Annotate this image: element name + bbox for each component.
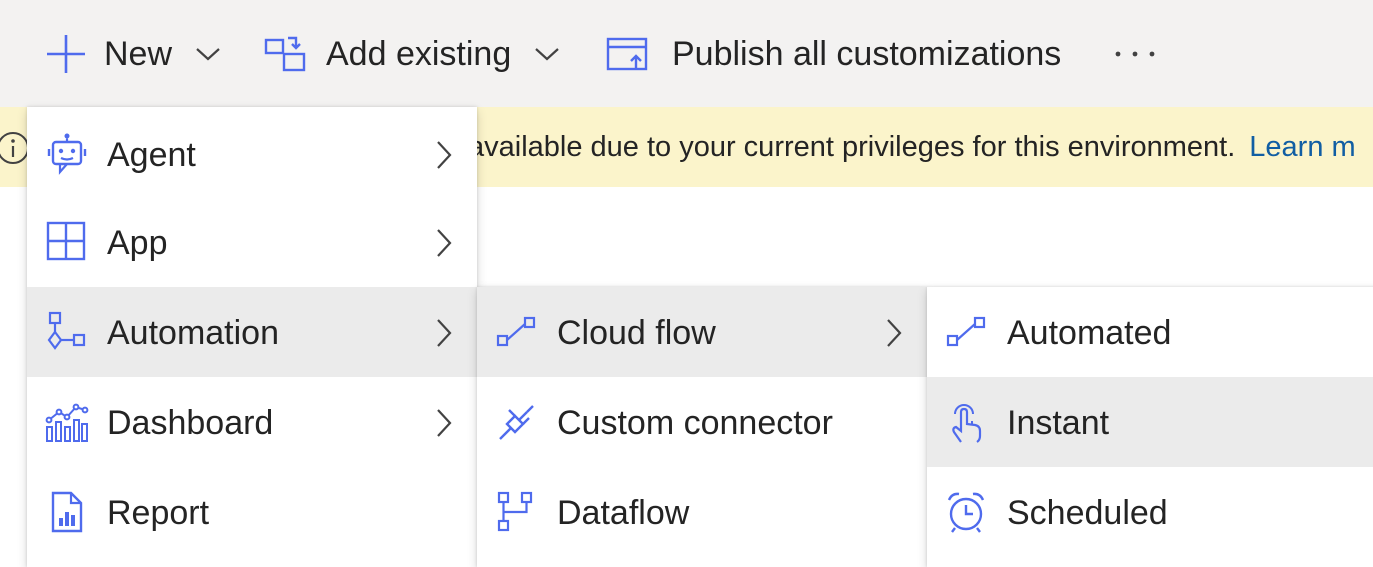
dashboard-icon — [45, 400, 89, 444]
touch-icon — [945, 400, 989, 444]
menu-item-label: Cloud flow — [557, 314, 716, 352]
cloud-flow-icon — [495, 310, 539, 354]
bot-icon — [45, 132, 89, 176]
learn-more-link[interactable]: Learn m — [1249, 131, 1355, 163]
new-button-label: New — [104, 34, 173, 73]
menu-item-custom-connector[interactable]: Custom connector — [477, 377, 927, 467]
app-grid-icon — [45, 220, 89, 264]
new-button[interactable]: New — [44, 26, 222, 82]
menu-item-label: App — [107, 224, 168, 262]
cloud-flow-icon — [945, 310, 989, 354]
banner-message: available due to your current privileges… — [468, 131, 1356, 164]
chevron-right-icon — [435, 408, 453, 438]
cloud-flow-submenu: Automated Instant Scheduled — [927, 287, 1373, 567]
menu-item-label: Agent — [107, 136, 196, 174]
menu-item-app[interactable]: App — [27, 197, 477, 287]
command-bar: New Add existing Publish all customizati… — [0, 0, 1373, 107]
chevron-right-icon — [885, 318, 903, 348]
menu-item-label: Custom connector — [557, 404, 833, 442]
more-icon — [1112, 44, 1158, 64]
chevron-right-icon — [435, 228, 453, 258]
chevron-right-icon — [435, 140, 453, 170]
add-existing-icon — [264, 34, 308, 74]
add-existing-button[interactable]: Add existing — [264, 26, 561, 82]
info-icon — [0, 131, 30, 170]
plug-icon — [495, 400, 539, 444]
menu-item-dashboard[interactable]: Dashboard — [27, 377, 477, 467]
menu-item-label: Report — [107, 494, 210, 532]
chevron-right-icon — [435, 318, 453, 348]
dataflow-icon — [495, 490, 539, 534]
menu-item-label: Automated — [1007, 314, 1172, 352]
alarm-icon — [945, 490, 989, 534]
chevron-down-icon — [533, 45, 561, 63]
menu-item-scheduled[interactable]: Scheduled — [927, 467, 1373, 557]
automation-icon — [45, 310, 89, 354]
banner-message-text: available due to your current privileges… — [468, 131, 1236, 163]
more-commands-button[interactable] — [1112, 26, 1158, 82]
publish-icon — [606, 34, 650, 74]
menu-item-label: Dataflow — [557, 494, 690, 532]
publish-all-button[interactable]: Publish all customizations — [606, 26, 1061, 82]
menu-item-automated[interactable]: Automated — [927, 287, 1373, 377]
new-menu: Agent App Automation Dashboard Report — [27, 107, 477, 567]
menu-item-label: Instant — [1007, 404, 1110, 442]
add-existing-label: Add existing — [326, 34, 512, 73]
menu-item-label: Automation — [107, 314, 279, 352]
menu-item-automation[interactable]: Automation — [27, 287, 477, 377]
report-icon — [45, 490, 89, 534]
menu-item-agent[interactable]: Agent — [27, 109, 477, 199]
menu-item-instant[interactable]: Instant — [927, 377, 1373, 467]
menu-item-report[interactable]: Report — [27, 467, 477, 557]
menu-item-label: Dashboard — [107, 404, 274, 442]
menu-item-dataflow[interactable]: Dataflow — [477, 467, 927, 557]
menu-item-cloud-flow[interactable]: Cloud flow — [477, 287, 927, 377]
publish-all-label: Publish all customizations — [672, 34, 1062, 73]
automation-submenu: Cloud flow Custom connector Dataflow — [477, 287, 927, 567]
menu-item-label: Scheduled — [1007, 494, 1168, 532]
add-icon — [44, 32, 88, 76]
chevron-down-icon — [194, 45, 222, 63]
